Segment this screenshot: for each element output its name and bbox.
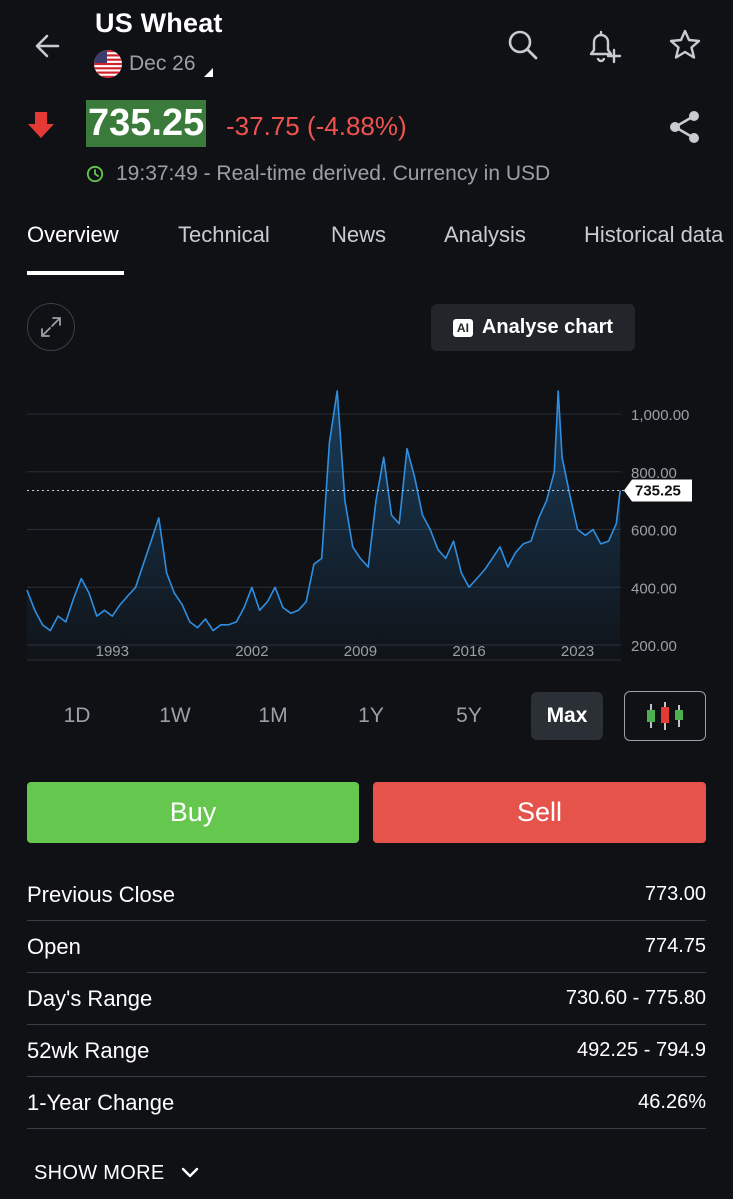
active-tab-indicator [27,271,124,275]
range-1y[interactable]: 1Y [335,692,407,740]
back-button[interactable] [28,26,68,66]
realtime-note: 19:37:49 - Real-time derived. Currency i… [86,160,550,188]
expand-icon [41,317,61,337]
instrument-page: US Wheat Dec 26 735.25 -37.75 (-4.88%) 1… [0,0,733,1199]
y-tick-label: 800.00 [631,465,677,482]
stat-value: 730.60 - 775.80 [565,987,706,1009]
current-price-tag: 735.25 [624,479,692,502]
price-change: -37.75 (-4.88%) [226,111,407,141]
stat-value: 46.26% [638,1091,706,1113]
range-5y[interactable]: 5Y [433,692,505,740]
star-icon [669,29,701,59]
range-1m[interactable]: 1M [237,692,309,740]
stat-row-previous-close: Previous Close 773.00 [27,869,706,921]
tab-news[interactable]: News [331,222,386,248]
section-tabs: Overview Technical News Analysis Histori… [0,210,733,276]
time-range-selector: 1D 1W 1M 1Y 5Y Max [0,690,733,742]
stat-row-52wk-range: 52wk Range 492.25 - 794.9 [27,1025,706,1077]
tab-analysis[interactable]: Analysis [444,222,526,248]
stat-row-open: Open 774.75 [27,921,706,973]
tab-overview[interactable]: Overview [27,222,119,248]
analyse-chart-button[interactable]: AI Analyse chart [431,304,635,351]
x-tick-label: 2016 [452,643,485,660]
search-button[interactable] [502,24,544,66]
back-arrow-icon [35,34,60,58]
y-axis: 1,000.00 800.00 600.00 400.00 200.00 [631,407,689,655]
tab-technical[interactable]: Technical [178,222,270,248]
x-tick-label: 2002 [235,643,268,660]
price-down-arrow-icon [28,112,54,138]
chart-type-button[interactable] [624,691,706,741]
candlestick-icon [647,702,683,730]
contract-selector[interactable]: Dec 26 [94,49,213,79]
stat-row-1-year-change: 1-Year Change 46.26% [27,1077,706,1129]
expand-chart-button[interactable] [27,303,75,351]
y-tick-label: 200.00 [631,638,677,655]
dropdown-triangle-icon [203,67,213,77]
range-1d[interactable]: 1D [41,692,113,740]
last-price: 735.25 [86,100,207,147]
y-tick-label: 1,000.00 [631,407,689,424]
us-flag-icon [94,50,122,78]
y-tick-label: 400.00 [631,580,677,597]
x-tick-label: 2023 [561,643,594,660]
range-1w[interactable]: 1W [139,692,211,740]
show-more-button[interactable]: SHOW MORE [34,1158,200,1188]
chevron-down-icon [182,1167,199,1178]
analyse-chart-label: Analyse chart [481,316,614,338]
share-button[interactable] [664,106,706,148]
watchlist-star-button[interactable] [664,24,706,66]
add-alert-button[interactable] [582,24,624,66]
ai-icon: AI [452,318,473,337]
show-more-label: SHOW MORE [34,1161,165,1184]
current-price-label: 735.25 [635,482,681,499]
stat-value: 492.25 - 794.9 [577,1039,706,1061]
range-max[interactable]: Max [531,692,603,740]
clock-icon [86,165,104,183]
instrument-title: US Wheat [95,8,223,38]
key-stats-table: Previous Close 773.00 Open 774.75 Day's … [27,869,706,1129]
stat-label: Day's Range [27,985,153,1011]
x-tick-label: 2009 [344,643,377,660]
price-chart[interactable]: 1,000.00 800.00 600.00 400.00 200.00 1993 200… [0,380,733,665]
stat-value: 774.75 [644,935,706,957]
stat-label: Previous Close [27,881,175,907]
buy-button[interactable]: Buy [27,782,359,843]
stat-label: Open [27,933,81,959]
y-tick-label: 600.00 [631,523,677,540]
stat-row-days-range: Day's Range 730.60 - 775.80 [27,973,706,1025]
sell-button[interactable]: Sell [373,782,706,843]
search-icon [508,30,538,60]
add-alert-icon [589,30,622,64]
stat-label: 1-Year Change [27,1089,175,1115]
x-tick-label: 1993 [96,643,129,660]
realtime-text: 19:37:49 - Real-time derived. Currency i… [116,162,551,185]
stat-value: 773.00 [644,883,706,905]
share-icon [670,111,699,143]
tab-historical-data[interactable]: Historical data [584,222,723,248]
contract-label: Dec 26 [129,52,196,75]
stat-label: 52wk Range [27,1037,150,1063]
